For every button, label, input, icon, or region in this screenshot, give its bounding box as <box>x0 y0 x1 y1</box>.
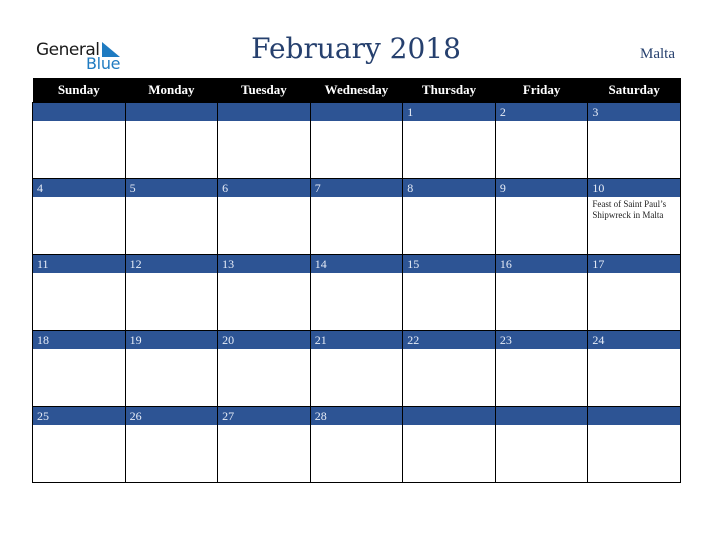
day-number <box>218 103 310 121</box>
day-cell[interactable] <box>309 102 404 179</box>
day-number: 27 <box>218 407 310 425</box>
day-number <box>33 103 125 121</box>
weekday-header: Friday <box>495 78 588 103</box>
calendar-title: February 2018 <box>251 32 461 65</box>
day-cell[interactable]: 8 <box>402 178 496 255</box>
day-cell[interactable]: 3 <box>587 102 681 179</box>
day-cell[interactable]: 16 <box>494 254 589 331</box>
day-number: 1 <box>403 103 495 121</box>
day-number <box>495 407 588 425</box>
day-number: 18 <box>33 331 125 349</box>
day-cell[interactable]: 7 <box>309 178 404 255</box>
weekday-header: Thursday <box>402 78 496 103</box>
week-row: 123 <box>32 102 681 179</box>
day-number: 17 <box>588 255 680 273</box>
day-number: 3 <box>588 103 680 121</box>
day-cell[interactable]: 10 Feast of Saint Paul’s Shipwreck in Mal… <box>587 178 681 255</box>
day-number <box>310 103 403 121</box>
day-cell[interactable]: 22 <box>402 330 496 407</box>
week-row: 18 19 20 21 22 23 24 <box>32 330 681 407</box>
day-cell[interactable]: 4 <box>32 178 126 255</box>
day-cell[interactable]: 24 <box>587 330 681 407</box>
day-number <box>403 407 495 425</box>
day-cell[interactable]: 21 <box>309 330 404 407</box>
day-cell[interactable]: 28 <box>309 406 404 483</box>
week-row: 25 26 27 28 <box>32 406 681 483</box>
day-cell[interactable]: 14 <box>309 254 404 331</box>
day-number: 23 <box>495 331 588 349</box>
day-cell[interactable]: 17 <box>587 254 681 331</box>
day-number: 12 <box>125 255 218 273</box>
day-number: 13 <box>218 255 310 273</box>
day-number: 4 <box>33 179 125 197</box>
weekday-header-row: Sunday Monday Tuesday Wednesday Thursday… <box>32 78 681 103</box>
day-cell[interactable] <box>402 406 496 483</box>
day-cell[interactable]: 26 <box>124 406 219 483</box>
day-cell[interactable]: 5 <box>124 178 219 255</box>
day-cell[interactable]: 27 <box>217 406 311 483</box>
day-cell[interactable] <box>217 102 311 179</box>
country-label: Malta <box>640 46 675 62</box>
day-cell[interactable]: 19 <box>124 330 219 407</box>
day-cell[interactable]: 12 <box>124 254 219 331</box>
day-cell[interactable] <box>494 406 589 483</box>
day-cell[interactable]: 9 <box>494 178 589 255</box>
calendar-grid: Sunday Monday Tuesday Wednesday Thursday… <box>32 78 681 483</box>
day-number: 9 <box>495 179 588 197</box>
day-number: 8 <box>403 179 495 197</box>
day-cell[interactable]: 2 <box>494 102 589 179</box>
day-cell[interactable] <box>32 102 126 179</box>
weekday-header: Saturday <box>587 78 681 103</box>
day-cell[interactable]: 15 <box>402 254 496 331</box>
day-number <box>125 103 218 121</box>
week-row: 4 5 6 7 8 9 10 Feast of Saint Paul’s Shipwreck … <box>32 178 681 255</box>
weekday-header: Sunday <box>32 78 126 103</box>
weekday-header: Tuesday <box>217 78 311 103</box>
day-number: 25 <box>33 407 125 425</box>
day-cell[interactable] <box>124 102 219 179</box>
week-row: 11 12 13 14 15 16 17 <box>32 254 681 331</box>
day-number: 15 <box>403 255 495 273</box>
day-cell[interactable] <box>587 406 681 483</box>
day-cell[interactable]: 20 <box>217 330 311 407</box>
weekday-header: Wednesday <box>310 78 403 103</box>
day-number: 11 <box>33 255 125 273</box>
day-number: 7 <box>310 179 403 197</box>
day-number: 28 <box>310 407 403 425</box>
weekday-header: Monday <box>125 78 218 103</box>
day-cell[interactable]: 6 <box>217 178 311 255</box>
day-cell[interactable]: 18 <box>32 330 126 407</box>
day-cell[interactable]: 25 <box>32 406 126 483</box>
day-number: 5 <box>125 179 218 197</box>
day-cell[interactable]: 11 <box>32 254 126 331</box>
day-number: 22 <box>403 331 495 349</box>
day-number <box>588 407 680 425</box>
day-number: 10 <box>588 179 680 197</box>
day-number: 14 <box>310 255 403 273</box>
day-number: 6 <box>218 179 310 197</box>
day-number: 26 <box>125 407 218 425</box>
day-number: 24 <box>588 331 680 349</box>
day-number: 19 <box>125 331 218 349</box>
day-number: 20 <box>218 331 310 349</box>
day-number: 21 <box>310 331 403 349</box>
day-cell[interactable]: 1 <box>402 102 496 179</box>
holiday-event: Feast of Saint Paul’s Shipwreck in Malta <box>592 199 667 220</box>
day-cell[interactable]: 23 <box>494 330 589 407</box>
day-number: 16 <box>495 255 588 273</box>
day-cell[interactable]: 13 <box>217 254 311 331</box>
day-number: 2 <box>495 103 588 121</box>
